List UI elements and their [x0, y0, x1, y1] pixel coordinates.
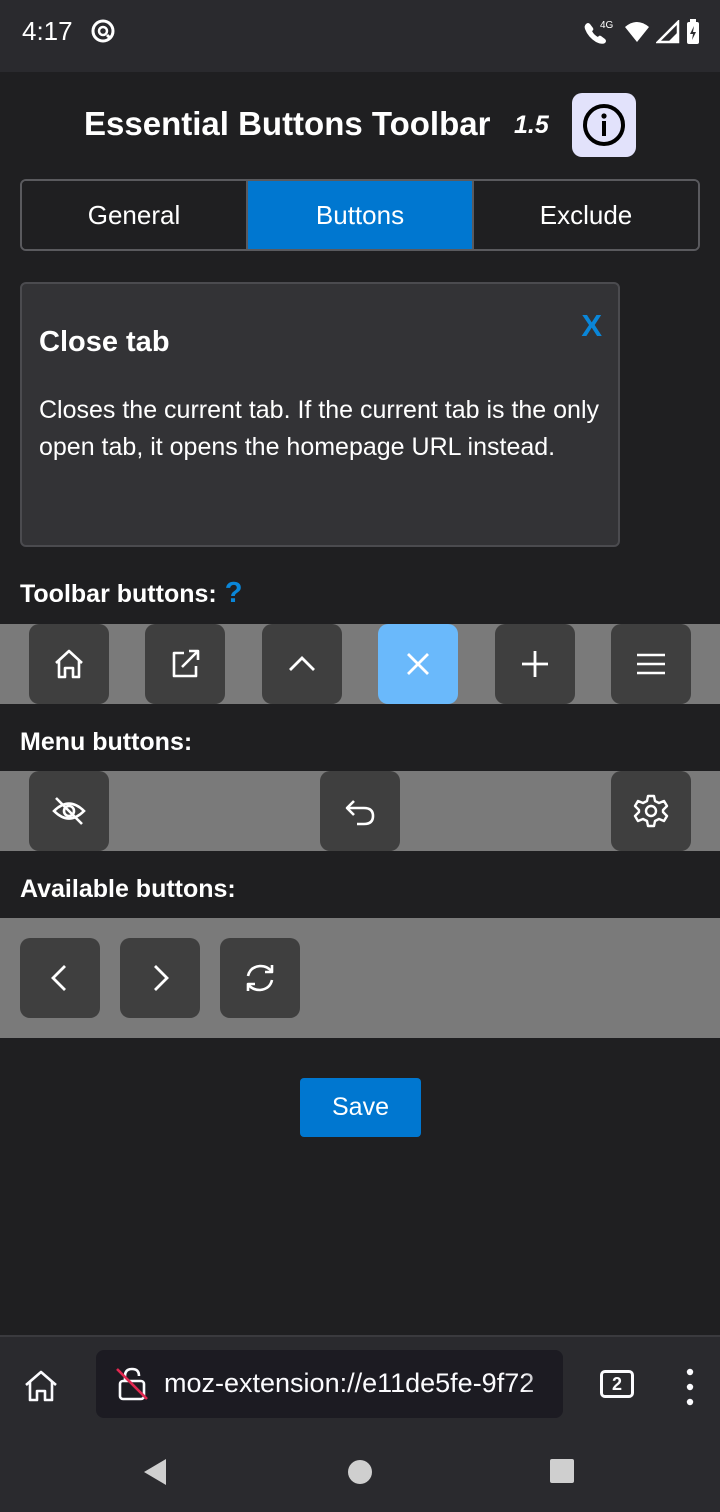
- settings-tabs: General Buttons Exclude: [20, 179, 700, 251]
- chevron-right-icon: [154, 965, 169, 991]
- home-icon: [55, 649, 83, 679]
- insecure-lock-icon[interactable]: [114, 1366, 150, 1402]
- menu-button-undo-close[interactable]: [320, 771, 400, 851]
- description-text: Closes the current tab. If the current t…: [39, 396, 600, 461]
- call-4g-icon: 4G: [584, 20, 614, 44]
- toolbar-button-close-tab[interactable]: [378, 624, 458, 704]
- app-title: Essential Buttons Toolbar: [84, 105, 491, 142]
- menu-icon: [637, 653, 665, 675]
- description-title: Close tab: [39, 326, 170, 358]
- battery-icon: [687, 19, 699, 44]
- undo-icon: [345, 800, 375, 826]
- available-button-back[interactable]: [20, 938, 100, 1018]
- toolbar-buttons-label: Toolbar buttons:?: [20, 577, 242, 610]
- toolbar-buttons-label-text: Toolbar buttons:: [20, 580, 217, 608]
- available-button-forward[interactable]: [120, 938, 200, 1018]
- url-text: moz-extension://e11de5fe-9f72: [164, 1368, 535, 1398]
- tab-count-button[interactable]: 2: [600, 1370, 634, 1398]
- toolbar-button-home[interactable]: [29, 624, 109, 704]
- browser-home-icon[interactable]: [22, 1367, 60, 1405]
- button-description-card: Close tab X Closes the current tab. If t…: [20, 282, 620, 547]
- url-bar[interactable]: moz-extension://e11de5fe-9f72: [96, 1350, 563, 1418]
- toolbar-button-new-tab[interactable]: [495, 624, 575, 704]
- available-buttons-label: Available buttons:: [20, 875, 236, 903]
- tab-exclude[interactable]: Exclude: [472, 181, 698, 249]
- eye-off-icon: [52, 797, 86, 825]
- menu-buttons-strip: [0, 771, 720, 851]
- system-navigation-bar: [0, 1435, 720, 1512]
- save-button[interactable]: Save: [300, 1078, 421, 1137]
- menu-buttons-label: Menu buttons:: [20, 728, 193, 756]
- nav-recents-icon[interactable]: [549, 1458, 575, 1484]
- toolbar-button-menu[interactable]: [611, 624, 691, 704]
- browser-toolbar: moz-extension://e11de5fe-9f72 2: [0, 1335, 720, 1435]
- tab-buttons[interactable]: Buttons: [246, 181, 472, 249]
- chevron-up-icon: [289, 656, 315, 671]
- info-button[interactable]: [572, 93, 636, 157]
- chevron-left-icon: [51, 965, 66, 991]
- plus-icon: [522, 651, 548, 677]
- toolbar-buttons-strip: [0, 624, 720, 704]
- open-external-icon: [172, 649, 200, 678]
- available-buttons-strip: [0, 918, 720, 1038]
- status-bar: 4:17 4G: [0, 0, 720, 72]
- wifi-icon: [625, 22, 649, 42]
- nav-home-icon[interactable]: [346, 1458, 374, 1486]
- help-button[interactable]: ?: [225, 577, 243, 609]
- menu-button-settings[interactable]: [611, 771, 691, 851]
- network-type: 4G: [600, 20, 614, 31]
- toolbar-button-open-new[interactable]: [145, 624, 225, 704]
- app-version: 1.5: [514, 111, 549, 139]
- info-icon: [583, 104, 625, 146]
- dnd-icon: [91, 19, 115, 43]
- nav-back-icon[interactable]: [140, 1457, 170, 1487]
- gear-icon: [633, 794, 669, 828]
- available-button-reload[interactable]: [220, 938, 300, 1018]
- cell-signal-icon: [656, 20, 680, 44]
- refresh-icon: [246, 964, 274, 992]
- overflow-menu-icon[interactable]: [680, 1367, 700, 1407]
- status-time: 4:17: [22, 16, 73, 46]
- tab-general[interactable]: General: [22, 181, 246, 249]
- close-icon: [407, 653, 429, 675]
- menu-button-hide[interactable]: [29, 771, 109, 851]
- description-close-button[interactable]: X: [581, 308, 602, 344]
- toolbar-button-scroll-top[interactable]: [262, 624, 342, 704]
